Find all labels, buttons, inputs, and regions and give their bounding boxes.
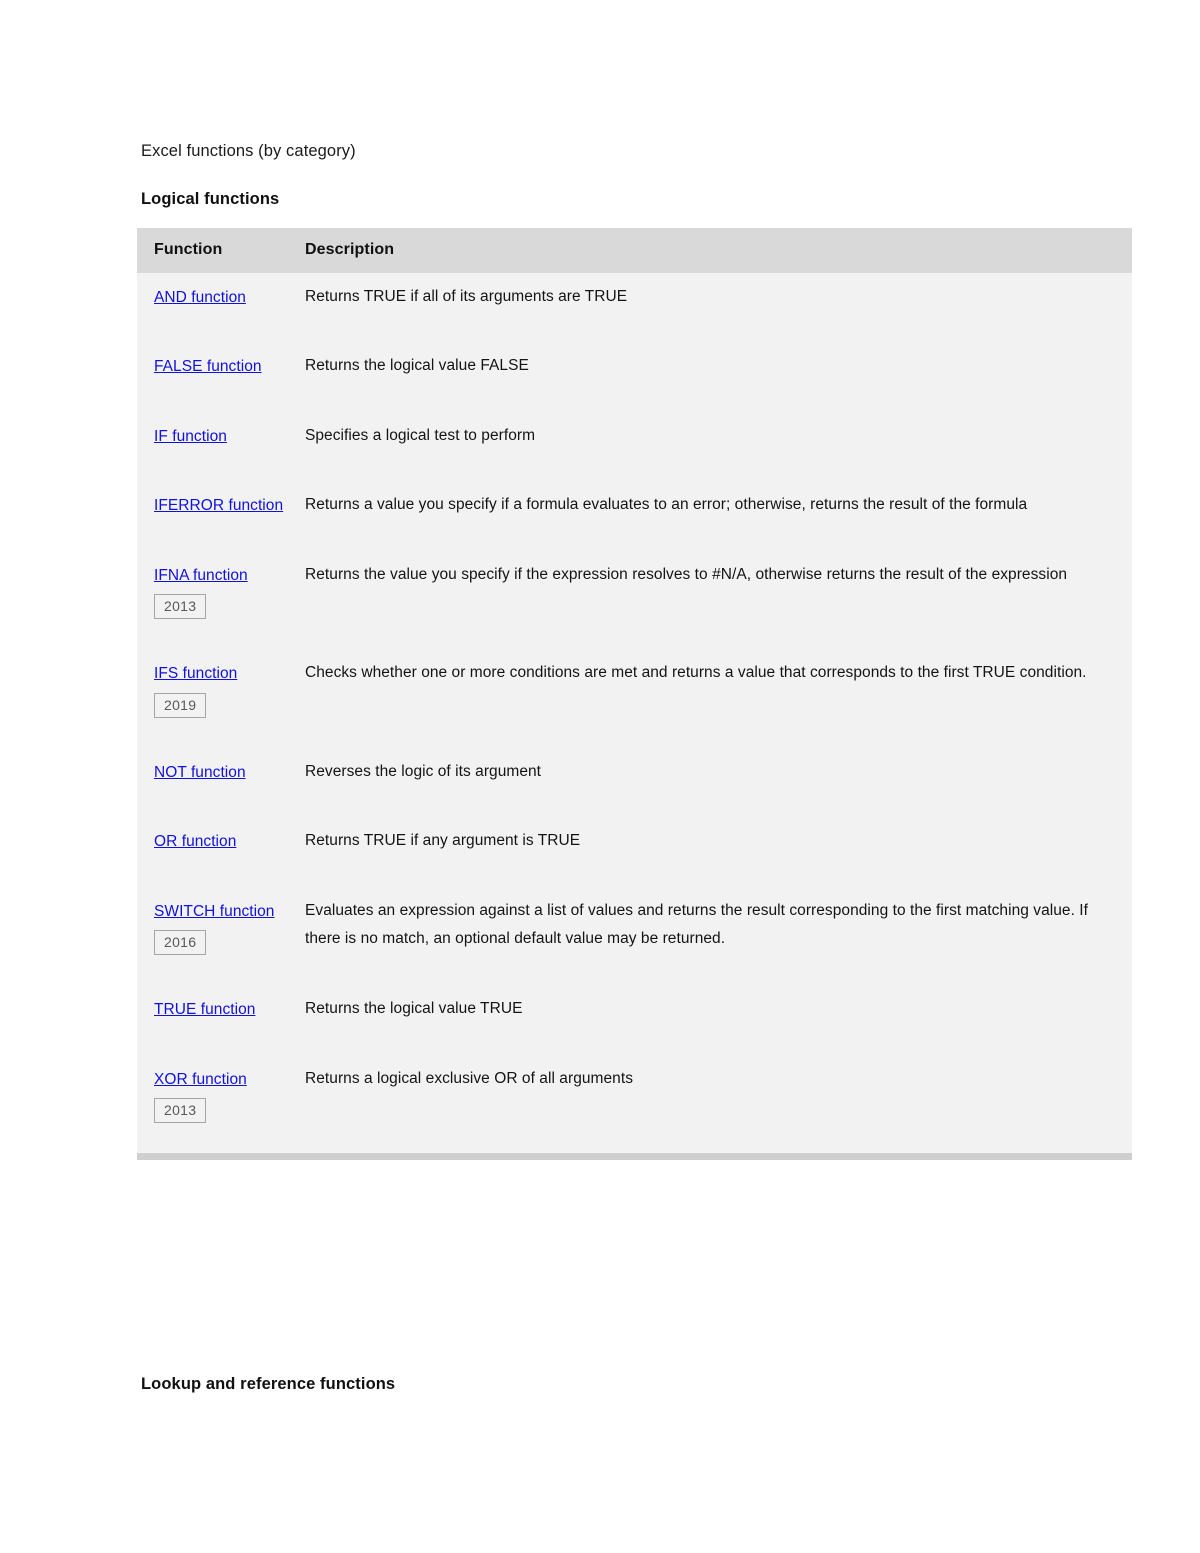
section-heading-lookup-and-reference-functions: Lookup and reference functions bbox=[141, 1375, 396, 1393]
description-cell: Evaluates an expression against a list o… bbox=[305, 886, 1132, 986]
function-link[interactable]: IFERROR function bbox=[154, 497, 283, 514]
function-link[interactable]: SWITCH function bbox=[154, 903, 274, 920]
description-cell: Returns a value you specify if a formula… bbox=[305, 481, 1132, 551]
description-cell: Returns TRUE if any argument is TRUE bbox=[305, 817, 1132, 887]
function-link[interactable]: AND function bbox=[154, 289, 246, 306]
function-link[interactable]: NOT function bbox=[154, 764, 246, 781]
table-row: NOT function Reverses the logic of its ar… bbox=[137, 747, 1132, 818]
function-cell: OR function bbox=[137, 817, 305, 887]
table-body: AND function Returns TRUE if all of its a… bbox=[137, 273, 1132, 1154]
table-row: XOR function 2013 Returns a logical exclus… bbox=[137, 1054, 1132, 1154]
table-row: FALSE function Returns the logical value … bbox=[137, 342, 1132, 412]
description-cell: Returns TRUE if all of its arguments are… bbox=[305, 273, 1132, 343]
document-page: Excel functions (by category) Logical fu… bbox=[0, 0, 1200, 1553]
description-cell: Reverses the logic of its argument bbox=[305, 747, 1132, 818]
table-row: IFS function 2019 Checks whether one or mo… bbox=[137, 649, 1132, 748]
version-badge: 2013 bbox=[154, 594, 207, 620]
function-cell: IF function bbox=[137, 411, 305, 482]
table-row: TRUE function Returns the logical value T… bbox=[137, 985, 1132, 1055]
function-cell: XOR function 2013 bbox=[137, 1054, 305, 1154]
logical-functions-table: Function Description AND function Returns… bbox=[137, 228, 1132, 1154]
function-cell: NOT function bbox=[137, 747, 305, 818]
function-link[interactable]: OR function bbox=[154, 833, 236, 850]
function-link[interactable]: FALSE function bbox=[154, 358, 262, 375]
table-header-row: Function Description bbox=[137, 228, 1132, 273]
table-row: OR function Returns TRUE if any argument … bbox=[137, 817, 1132, 887]
function-link[interactable]: TRUE function bbox=[154, 1001, 255, 1018]
function-cell: IFNA function 2013 bbox=[137, 550, 305, 650]
function-link[interactable]: XOR function bbox=[154, 1071, 247, 1088]
column-header-function: Function bbox=[137, 228, 305, 273]
description-cell: Returns the logical value FALSE bbox=[305, 342, 1132, 412]
description-cell: Specifies a logical test to perform bbox=[305, 411, 1132, 482]
page-title: Excel functions (by category) bbox=[141, 142, 356, 160]
function-cell: TRUE function bbox=[137, 985, 305, 1055]
function-cell: AND function bbox=[137, 273, 305, 343]
table-row: IFERROR function Returns a value you spec… bbox=[137, 481, 1132, 551]
description-cell: Returns the logical value TRUE bbox=[305, 985, 1132, 1055]
function-cell: FALSE function bbox=[137, 342, 305, 412]
version-badge: 2019 bbox=[154, 692, 207, 718]
function-cell: IFS function 2019 bbox=[137, 649, 305, 748]
function-cell: IFERROR function bbox=[137, 481, 305, 551]
function-link[interactable]: IF function bbox=[154, 428, 227, 445]
table-row: SWITCH function 2016 Evaluates an expressi… bbox=[137, 886, 1132, 986]
table-row: AND function Returns TRUE if all of its a… bbox=[137, 273, 1132, 343]
table-row: IF function Specifies a logical test to p… bbox=[137, 411, 1132, 482]
table-bottom-divider bbox=[137, 1153, 1132, 1160]
function-link[interactable]: IFNA function bbox=[154, 567, 248, 584]
description-cell: Checks whether one or more conditions ar… bbox=[305, 649, 1132, 748]
version-badge: 2016 bbox=[154, 930, 207, 956]
table-header: Function Description bbox=[137, 228, 1132, 273]
function-link[interactable]: IFS function bbox=[154, 665, 237, 682]
version-badge: 2013 bbox=[154, 1098, 207, 1124]
table-row: IFNA function 2013 Returns the value you s… bbox=[137, 550, 1132, 650]
section-heading-logical-functions: Logical functions bbox=[141, 190, 280, 208]
column-header-description: Description bbox=[305, 228, 1132, 273]
function-cell: SWITCH function 2016 bbox=[137, 886, 305, 986]
description-cell: Returns a logical exclusive OR of all ar… bbox=[305, 1054, 1132, 1154]
description-cell: Returns the value you specify if the exp… bbox=[305, 550, 1132, 650]
